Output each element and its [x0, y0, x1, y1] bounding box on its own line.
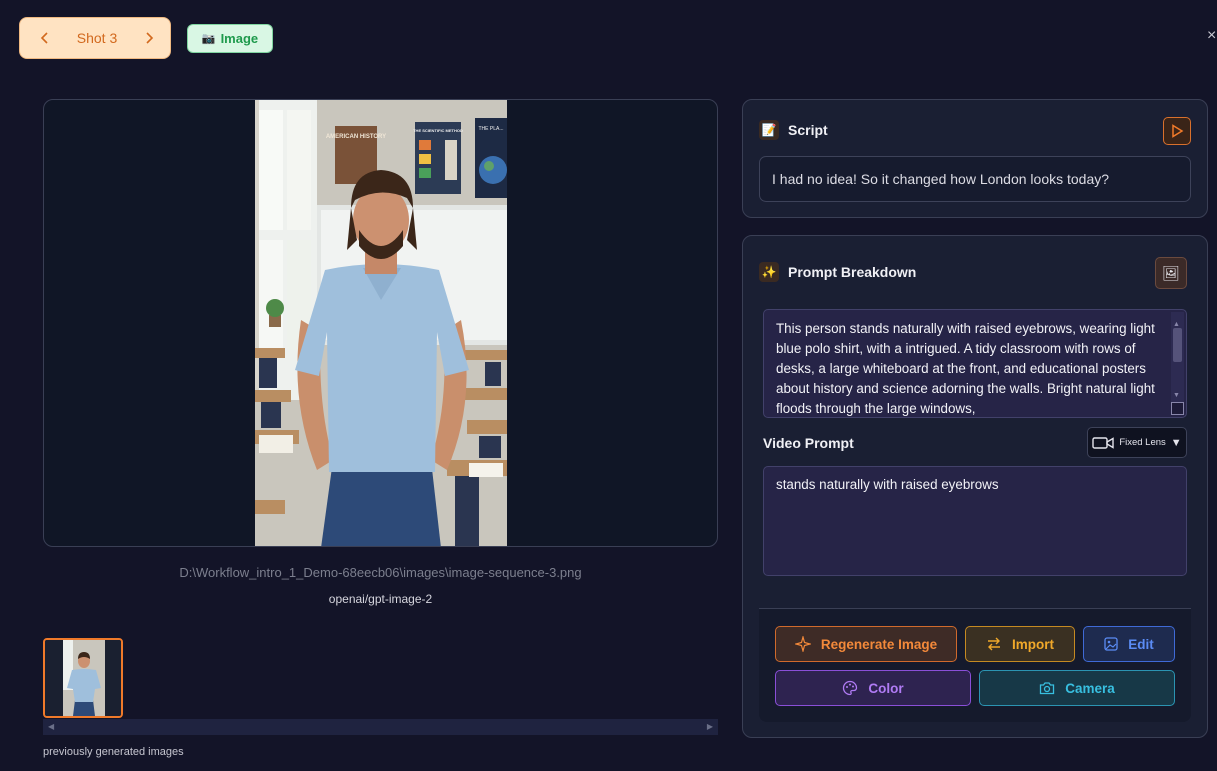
chevron-left-icon[interactable] [38, 31, 52, 45]
scroll-left-icon[interactable]: ◀ [48, 722, 54, 731]
prompt-scrollbar[interactable]: ▲ ▼ [1171, 312, 1184, 415]
edit-button[interactable]: Edit [1083, 626, 1175, 662]
image-prompt-button[interactable]: 🖼 [1155, 257, 1187, 289]
play-icon [1172, 124, 1184, 138]
script-title: Script [788, 122, 828, 138]
scroll-right-icon[interactable]: ▶ [707, 722, 713, 731]
previous-images-label: previously generated images [43, 746, 184, 758]
model-name: openai/gpt-image-2 [328, 592, 433, 606]
color-label: Color [868, 680, 904, 696]
prompt-text: This person stands naturally with raised… [776, 321, 1155, 416]
camera-button[interactable]: Camera [979, 670, 1175, 706]
script-header: 📝 Script [759, 120, 828, 140]
camera-icon: 📷 [201, 33, 216, 45]
document-icon: 📝 [759, 120, 779, 140]
regenerate-image-button[interactable]: Regenerate Image [775, 626, 957, 662]
thumbnail-scrollbar[interactable]: ◀ ▶ [43, 719, 718, 735]
image-type-badge[interactable]: 📷 Image [187, 24, 273, 53]
regenerate-label: Regenerate Image [820, 636, 938, 652]
scrollbar-thumb[interactable] [1173, 328, 1182, 362]
lens-select[interactable]: Fixed Lens ▼ [1087, 427, 1187, 458]
color-button[interactable]: Color [775, 670, 971, 706]
poster-text: AMERICAN HISTORY [326, 134, 386, 140]
resize-handle[interactable] [1171, 402, 1184, 415]
prompt-title: Prompt Breakdown [788, 264, 917, 280]
video-camera-icon [1092, 436, 1115, 449]
import-button[interactable]: Import [965, 626, 1075, 662]
script-card: 📝 Script I had no idea! So it changed ho… [742, 99, 1208, 218]
prompt-header: ✨ Prompt Breakdown [759, 262, 916, 282]
sparkle-icon [794, 636, 811, 652]
edit-label: Edit [1128, 636, 1154, 652]
history-thumbnail[interactable] [43, 638, 123, 718]
script-text-field[interactable]: I had no idea! So it changed how London … [759, 156, 1191, 202]
image-file-path: D:\Workflow_intro_1_Demo-68eecb06\images… [179, 565, 582, 580]
video-prompt-textarea[interactable]: stands naturally with raised eyebrows [763, 466, 1187, 576]
sparkles-icon: ✨ [759, 262, 779, 282]
camera-icon [1040, 682, 1055, 695]
close-icon[interactable]: × [1207, 27, 1217, 47]
image-preview: AMERICAN HISTORY THE SCIENTIFIC METHOD T… [43, 99, 718, 547]
video-prompt-label: Video Prompt [763, 435, 854, 451]
poster-text: THE PLA... [478, 126, 503, 132]
poster-text: THE SCIENTIFIC METHOD [413, 128, 463, 133]
generated-image: AMERICAN HISTORY THE SCIENTIFIC METHOD T… [255, 100, 507, 546]
shot-label: Shot 3 [76, 30, 118, 46]
palette-icon [843, 680, 858, 696]
type-badge-label: Image [220, 31, 259, 46]
swap-icon [988, 637, 1000, 651]
play-button[interactable] [1163, 117, 1191, 145]
prompt-breakdown-card: ✨ Prompt Breakdown 🖼 This person stands … [742, 235, 1208, 738]
dropdown-arrow-icon: ▼ [1170, 436, 1182, 449]
import-label: Import [1012, 636, 1054, 652]
lens-value: Fixed Lens [1119, 437, 1166, 448]
camera-label: Camera [1065, 680, 1115, 696]
picture-icon: 🖼 [1162, 264, 1180, 281]
image-edit-icon [1104, 637, 1118, 651]
prompt-textarea[interactable]: This person stands naturally with raised… [763, 309, 1187, 418]
shot-navigator: Shot 3 [19, 17, 171, 59]
chevron-right-icon[interactable] [142, 31, 156, 45]
action-panel: Regenerate Image Import Edit Color Camer… [759, 608, 1191, 722]
